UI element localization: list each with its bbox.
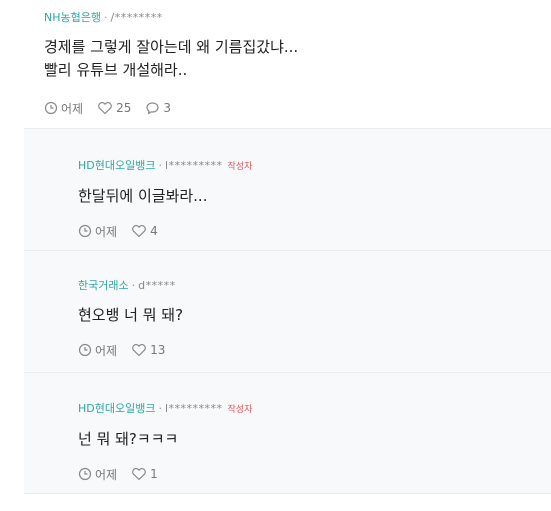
heart-icon <box>132 225 146 238</box>
comment-actions: 어제 25 3 <box>44 99 551 117</box>
like-button[interactable]: 1 <box>131 467 158 481</box>
comment-meta: NH농협은행 ·/******** <box>44 10 551 26</box>
heart-icon <box>132 468 146 481</box>
comment-body: 경제를 그렇게 잘아는데 왜 기름집갔냐... 빨리 유튜브 개설해라.. <box>44 36 551 82</box>
user-id: l********* <box>164 159 223 172</box>
timestamp: 어제 <box>78 342 117 359</box>
comment-actions: 어제 13 <box>78 341 551 359</box>
clock-icon <box>78 224 92 238</box>
meta-separator: · <box>103 11 108 24</box>
like-count: 4 <box>150 224 158 238</box>
like-count: 1 <box>150 467 158 481</box>
user-id: d***** <box>138 279 176 292</box>
timestamp-text: 어제 <box>95 224 118 239</box>
timestamp-text: 어제 <box>95 343 118 358</box>
clock-icon <box>78 343 92 357</box>
comment-text-line: 한달뒤에 이글봐라... <box>78 187 208 205</box>
comment-text-line: 빨리 유튜브 개설해라.. <box>44 61 188 79</box>
meta-separator: · <box>131 279 136 292</box>
comment-text-line: 경제를 그렇게 잘아는데 왜 기름집갔냐... <box>44 38 299 56</box>
comment-body: 현오뱅 너 뭐 돼? <box>78 304 551 327</box>
timestamp: 어제 <box>78 466 117 483</box>
like-button[interactable]: 13 <box>131 343 165 357</box>
reply-card: HD현대오일뱅크 · l********* 작성자 한달뒤에 이글봐라... 어제 4 <box>24 128 551 250</box>
user-id: l********* <box>164 402 223 415</box>
comment-actions: 어제 4 <box>78 222 551 240</box>
author-badge: 작성자 <box>227 405 253 415</box>
comment-body: 한달뒤에 이글봐라... <box>78 185 551 208</box>
comment-meta: HD현대오일뱅크 · l********* 작성자 <box>78 401 551 418</box>
meta-separator: · <box>158 159 162 172</box>
reply-card: 한국거래소 · d***** 현오뱅 너 뭐 돼? 어제 13 <box>24 250 551 372</box>
company-name[interactable]: HD현대오일뱅크 <box>78 402 155 415</box>
comment-text-line: 넌 뭐 돼?ㅋㅋㅋ <box>78 430 179 448</box>
meta-separator: · <box>158 402 162 415</box>
comment-actions: 어제 1 <box>78 465 551 483</box>
like-button[interactable]: 25 <box>97 101 131 115</box>
company-name[interactable]: NH농협은행 <box>44 11 101 24</box>
user-id: /******** <box>110 11 163 24</box>
reply-button[interactable]: 3 <box>145 101 171 115</box>
comment-body: 넌 뭐 돼?ㅋㅋㅋ <box>78 428 551 451</box>
heart-icon <box>132 344 146 357</box>
clock-icon <box>78 467 92 481</box>
timestamp: 어제 <box>78 223 117 240</box>
clock-icon <box>44 101 58 115</box>
like-button[interactable]: 4 <box>131 224 158 238</box>
company-name[interactable]: HD현대오일뱅크 <box>78 159 155 172</box>
timestamp-text: 어제 <box>95 467 118 482</box>
comment-text-line: 현오뱅 너 뭐 돼? <box>78 306 184 324</box>
company-name[interactable]: 한국거래소 <box>78 279 129 292</box>
like-count: 13 <box>150 343 166 357</box>
like-count: 25 <box>116 101 132 115</box>
speech-bubble-icon <box>146 102 159 115</box>
timestamp-text: 어제 <box>61 101 84 116</box>
reply-card: HD현대오일뱅크 · l********* 작성자 넌 뭐 돼?ㅋㅋㅋ 어제 1 <box>24 372 551 494</box>
author-badge: 작성자 <box>227 162 253 172</box>
heart-icon <box>98 102 112 115</box>
reply-count: 3 <box>163 101 172 115</box>
timestamp: 어제 <box>44 100 83 117</box>
comment-meta: HD현대오일뱅크 · l********* 작성자 <box>78 158 551 175</box>
comment-card: NH농협은행 ·/******** 경제를 그렇게 잘아는데 왜 기름집갔냐...… <box>0 0 551 128</box>
comment-meta: 한국거래소 · d***** <box>78 278 551 294</box>
